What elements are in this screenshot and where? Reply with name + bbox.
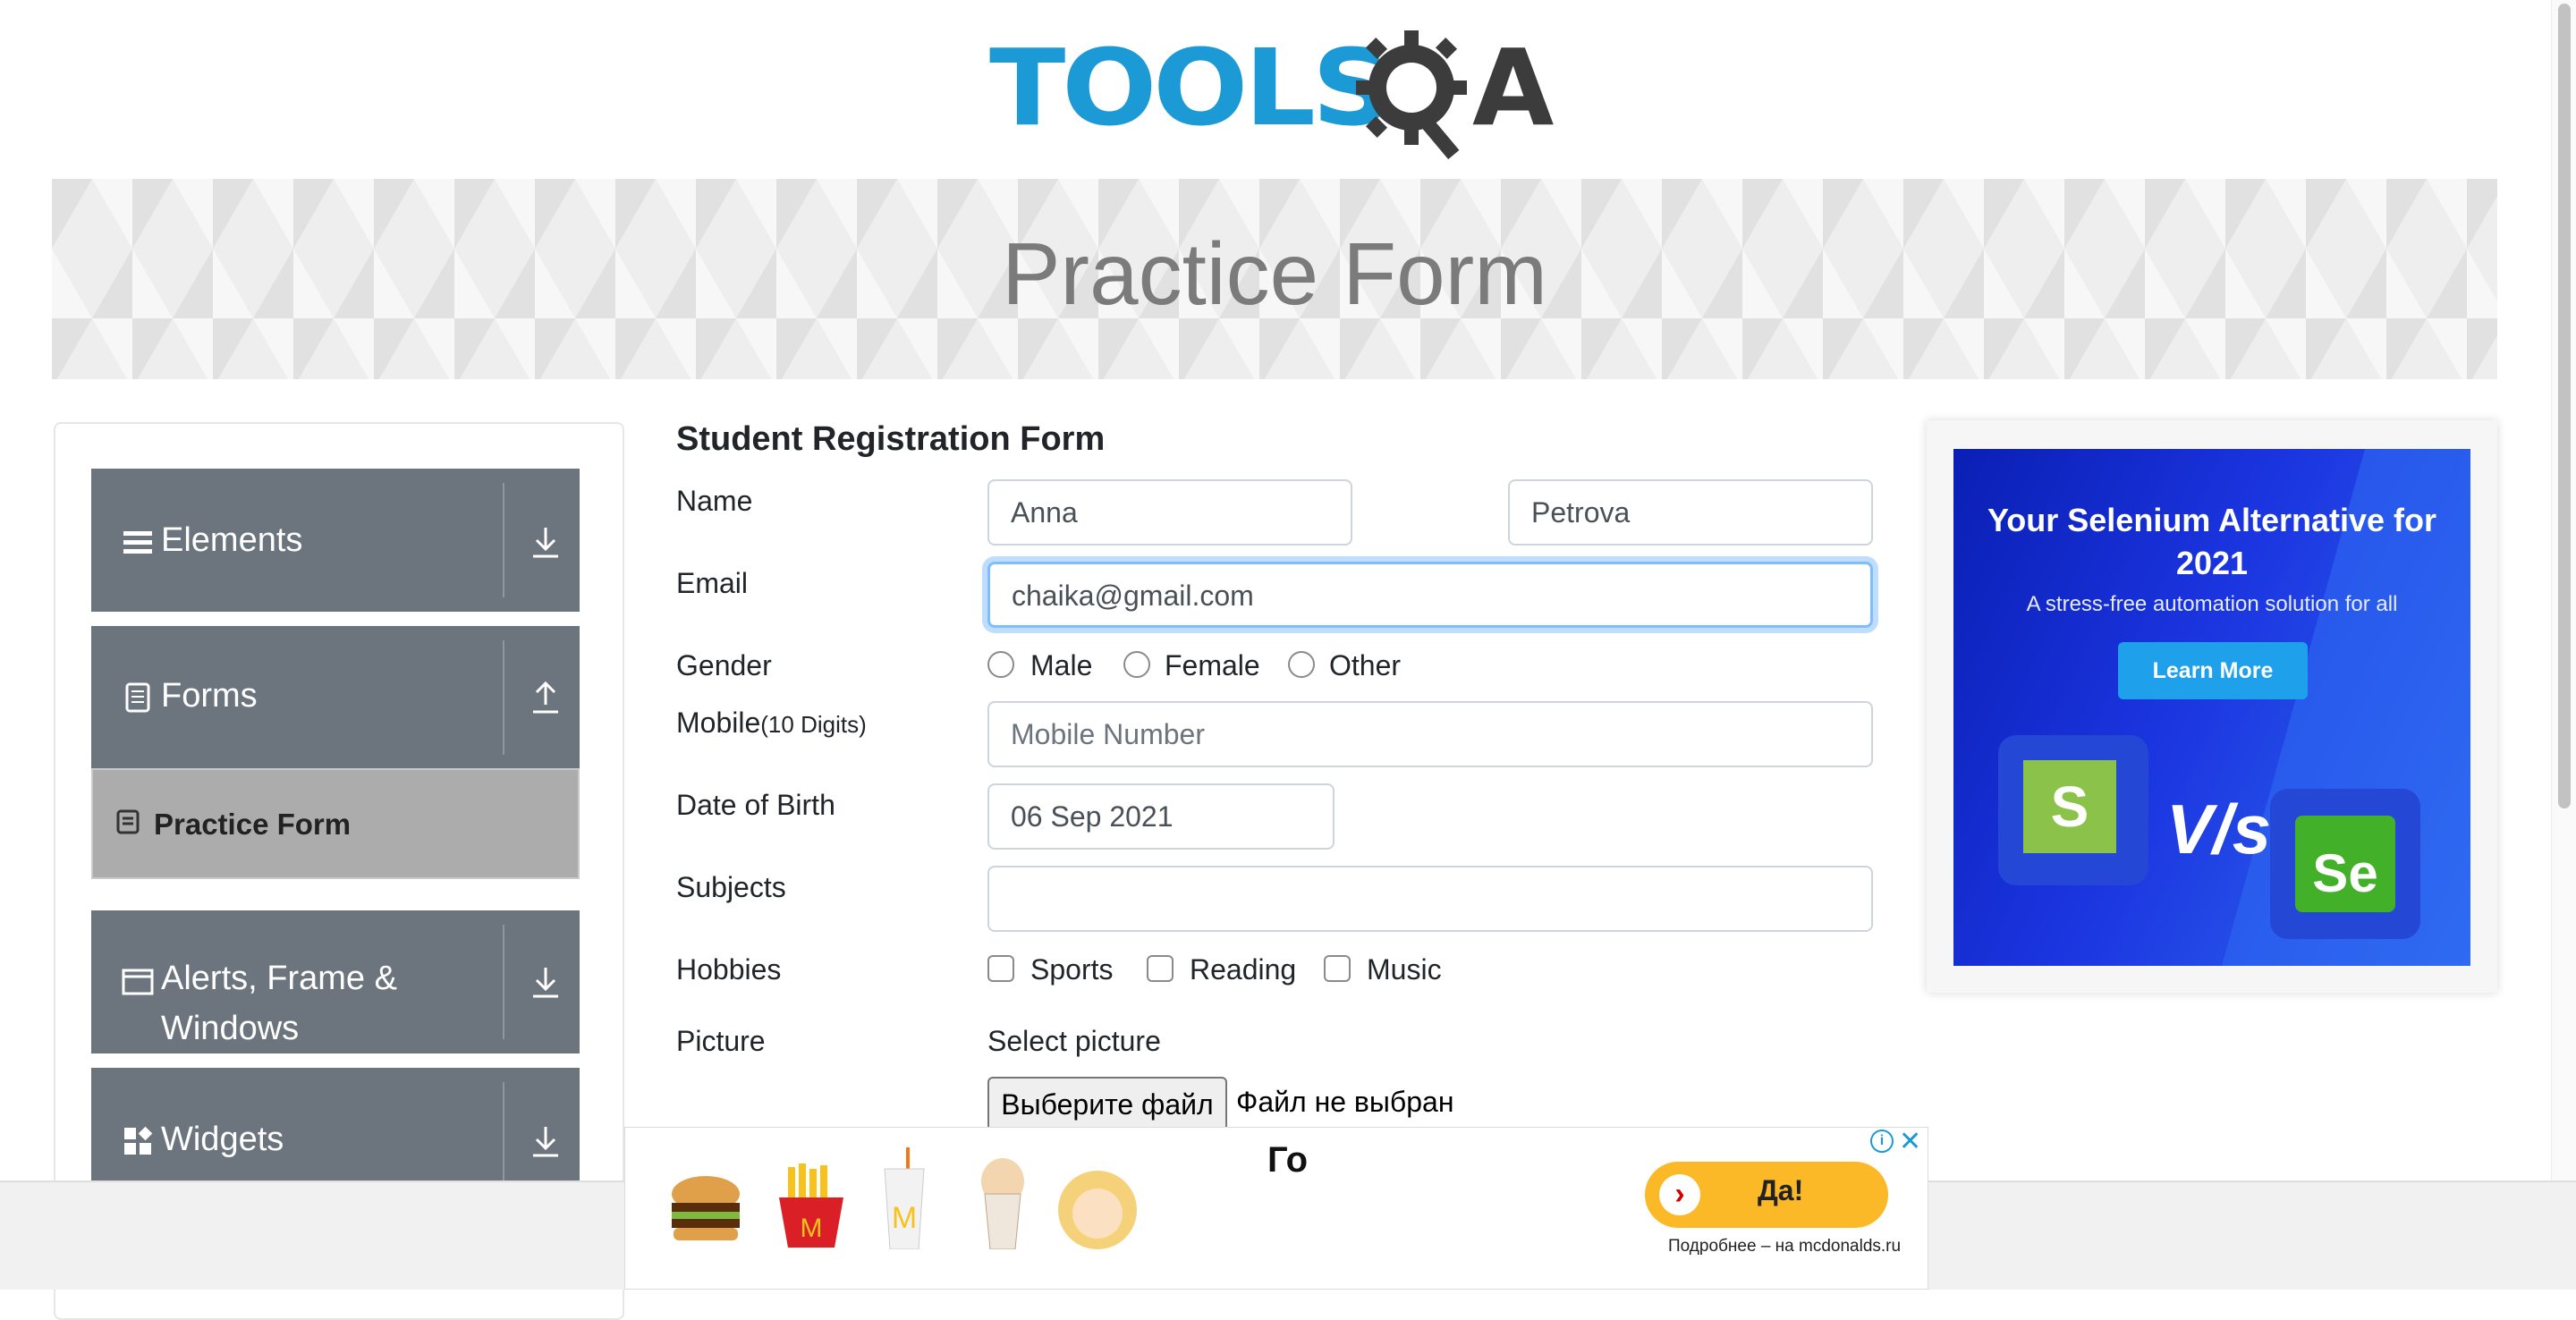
hobby-music-checkbox[interactable] [1324,955,1351,982]
drink-icon: M [884,1147,925,1249]
subjects-label: Subjects [676,871,786,903]
logo-tools-text: TOOLS [989,26,1393,149]
ad-cta-label: Да! [1758,1174,1804,1206]
ad-close-icon[interactable]: ✕ [1899,1126,1921,1157]
widgets-icon [124,1126,153,1155]
sidebar-group-label: Widgets [161,1121,284,1158]
page-banner: Practice Form [52,179,2497,379]
select-picture-label: Select picture [987,1025,1161,1057]
mascot-icon [1058,1171,1137,1249]
subjects-input[interactable] [987,866,1873,932]
scrollbar-thumb[interactable] [2558,4,2571,808]
page-title: Practice Form [1002,224,1547,323]
download-arrow-icon[interactable] [528,964,564,1000]
versus-text: V/s [2166,790,2272,868]
mobile-hint: (10 Digits) [760,711,867,738]
gender-female-label[interactable]: Female [1165,649,1260,682]
mobile-label: Mobile(10 Digits) [676,707,867,740]
katalon-letter: S [2023,760,2116,853]
email-input[interactable]: chaika@gmail.com [987,562,1873,628]
first-name-input[interactable]: Anna [987,479,1352,546]
hobbies-label: Hobbies [676,953,782,986]
hobby-reading-label[interactable]: Reading [1190,953,1296,986]
download-arrow-icon[interactable] [528,524,564,560]
sidebar-group-alerts[interactable]: Alerts, Frame & Windows [91,910,580,1053]
hamburger-icon [123,531,152,554]
selenium-logo: Se [2270,789,2420,939]
logo-a-text: A [1472,26,1555,149]
picture-label: Picture [676,1025,766,1057]
sidebar-group-label-line2: Windows [161,1010,300,1047]
divider [503,925,504,1039]
hobby-reading-checkbox[interactable] [1147,955,1174,982]
hobby-sports-label[interactable]: Sports [1030,953,1113,986]
gender-other-radio[interactable] [1288,651,1315,678]
dob-label: Date of Birth [676,789,835,821]
ad-subtitle: A stress-free automation solution for al… [2026,592,2398,616]
divider [503,640,504,755]
window-icon [122,969,154,995]
mobile-input[interactable]: Mobile Number [987,701,1873,767]
ad-info-icon[interactable]: i [1870,1130,1894,1153]
ad-cta-button[interactable]: › Да! [1645,1162,1888,1228]
choose-file-button[interactable]: Выберите файл [987,1077,1227,1132]
gear-magnifier-icon [1356,30,1467,160]
hobby-music-label[interactable]: Music [1367,953,1442,986]
document-icon [125,682,150,713]
sidebar-group-elements[interactable]: Elements [91,469,580,612]
sidebar-group-label: Elements [161,521,303,559]
file-status: Файл не выбран [1236,1086,1454,1118]
gender-label: Gender [676,649,772,681]
selenium-alternative-ad[interactable]: Your Selenium Alternative for 2021 A str… [1953,449,2470,966]
dob-input[interactable]: 06 Sep 2021 [987,783,1335,850]
sidebar-group-label: Forms [161,677,258,715]
burger-icon [672,1176,740,1240]
form-icon [116,809,140,834]
toolsqa-logo[interactable]: TOOLS A [989,27,1562,161]
arrow-right-icon: › [1659,1174,1700,1215]
selenium-letters: Se [2295,816,2395,912]
upload-arrow-icon[interactable] [528,680,564,715]
svg-text:M: M [801,1214,823,1243]
divider [503,1082,504,1197]
gender-male-label[interactable]: Male [1030,649,1092,682]
download-arrow-icon[interactable] [528,1123,564,1159]
hobby-sports-checkbox[interactable] [987,955,1014,982]
divider [503,483,504,597]
mcdonalds-ad-banner[interactable]: M M Го › Да! Подробнее – на mcdonalds.ru… [624,1127,1928,1290]
fries-icon: M [779,1163,843,1248]
last-name-input[interactable]: Petrova [1508,479,1873,546]
sidebar-group-label-line1: Alerts, Frame & [161,960,397,997]
sidebar-group-forms[interactable]: Forms [91,626,580,769]
icecream-icon [981,1158,1024,1249]
sidebar-item-practice-form[interactable]: Practice Form [91,768,580,879]
gender-other-label[interactable]: Other [1329,649,1401,682]
email-label: Email [676,567,749,599]
gender-female-radio[interactable] [1123,651,1150,678]
form-title: Student Registration Form [676,420,1106,458]
sidebar-item-label: Practice Form [154,808,352,841]
page-scrollbar[interactable] [2551,0,2576,1180]
name-label: Name [676,485,753,517]
ad-headline: Your Selenium Alternative for 2021 [1987,502,2437,581]
mobile-label-text: Mobile [676,707,761,739]
svg-text:M: M [892,1201,917,1235]
katalon-logo: S [1998,735,2148,885]
ad-headline: Го [1267,1140,1309,1180]
gender-male-radio[interactable] [987,651,1014,678]
ad-more-link[interactable]: Подробнее – на mcdonalds.ru [1668,1237,1901,1257]
learn-more-button[interactable]: Learn More [2118,642,2308,699]
